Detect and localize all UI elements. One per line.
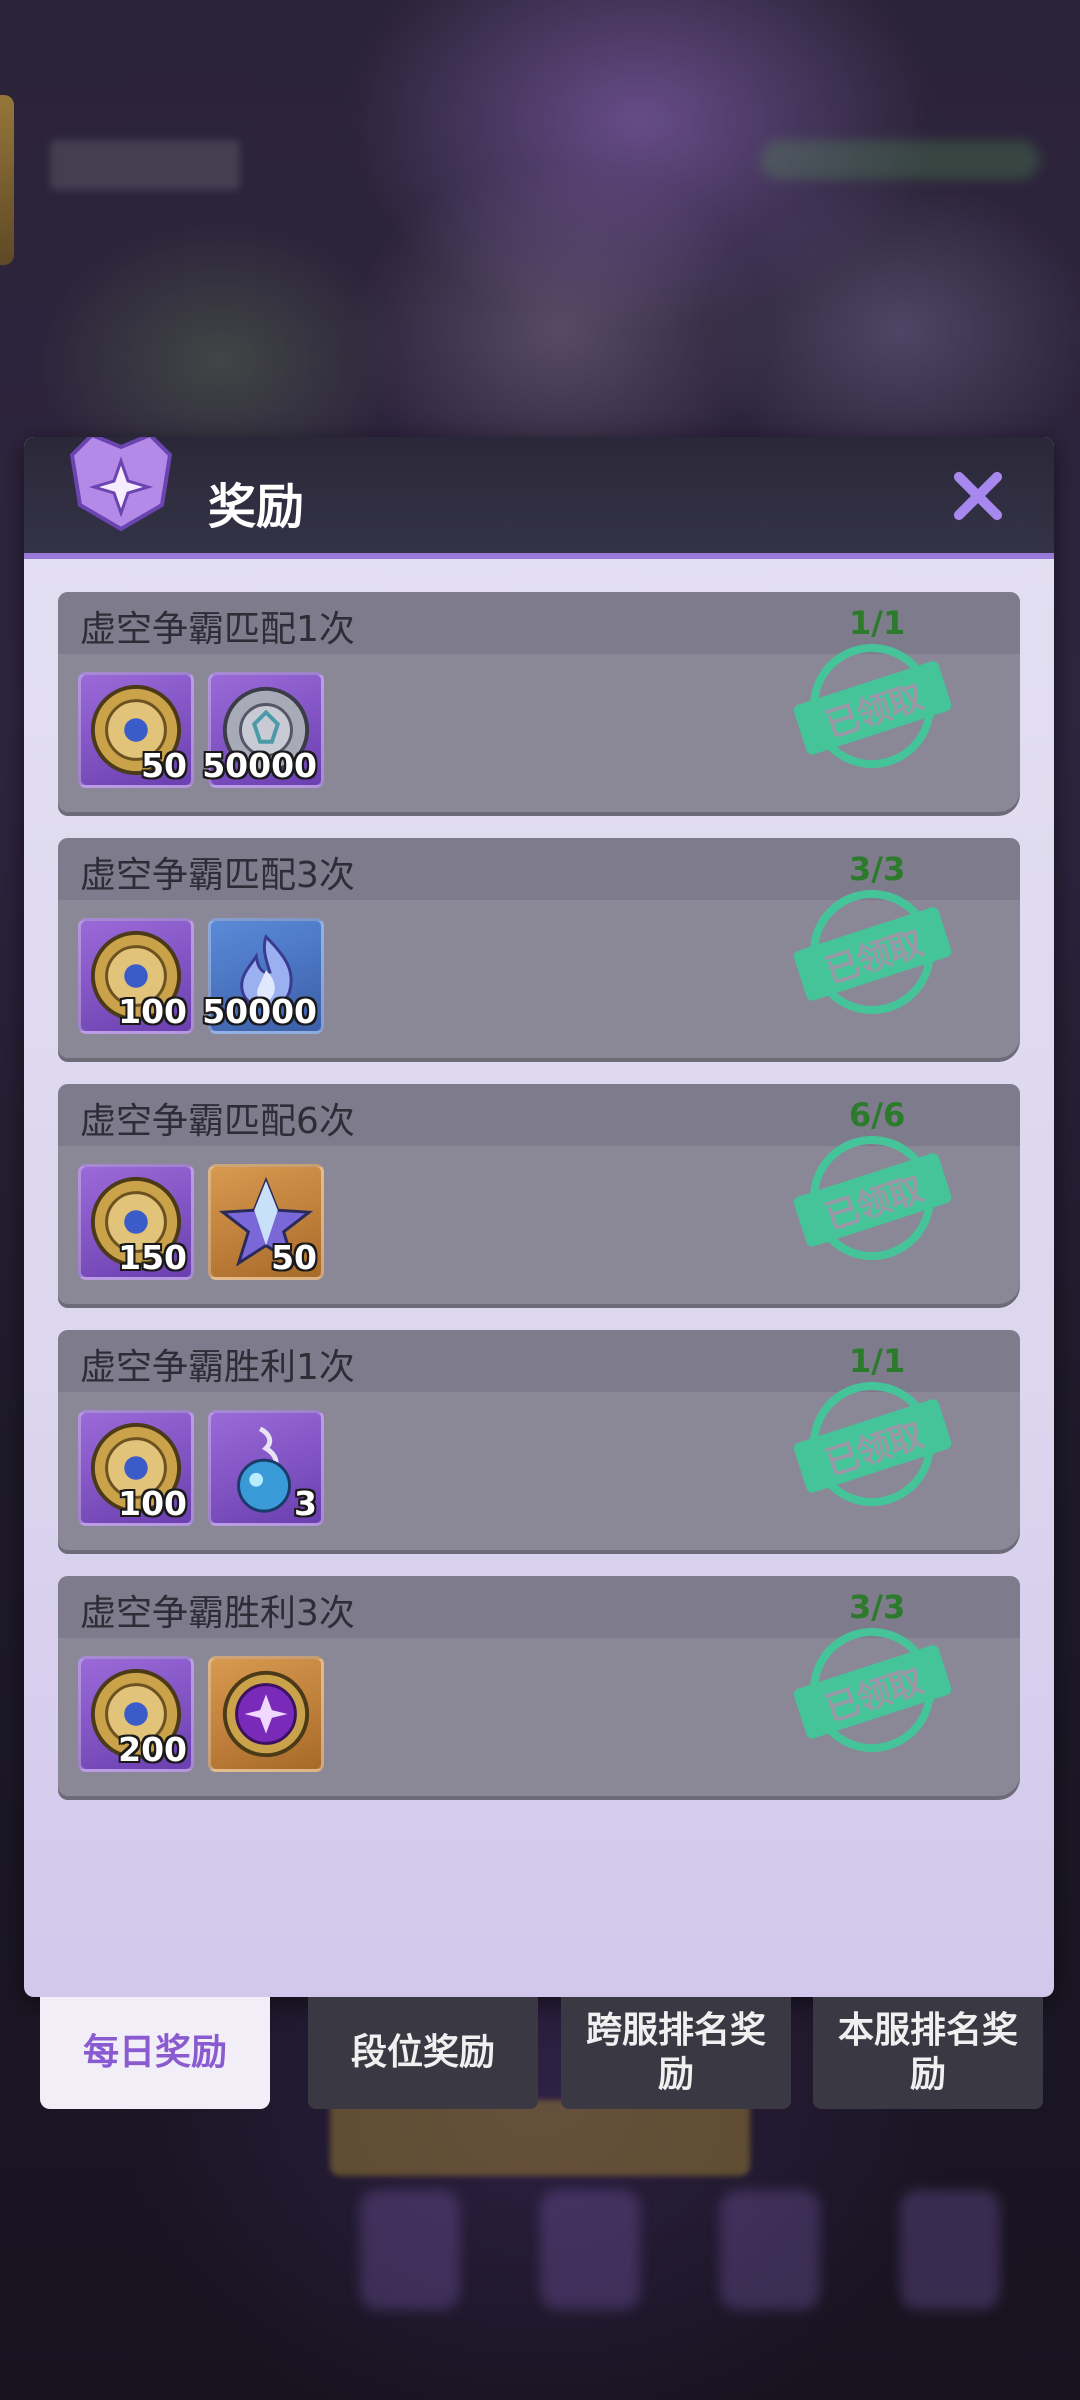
background-status-blur bbox=[760, 140, 1040, 180]
background-nav-icon bbox=[720, 2190, 820, 2310]
reward-quantity: 50 bbox=[141, 746, 187, 785]
task-title: 虚空争霸胜利3次 bbox=[80, 1593, 355, 1634]
background-nav-icon bbox=[900, 2190, 1000, 2310]
reward-item[interactable] bbox=[208, 1656, 324, 1772]
reward-quantity: 3 bbox=[294, 1484, 317, 1523]
reward-item[interactable]: 150 bbox=[78, 1164, 194, 1280]
panel-header: 奖励 bbox=[24, 437, 1054, 559]
task-title: 虚空争霸匹配1次 bbox=[80, 609, 355, 650]
task-card: 虚空争霸匹配6次 6/6 150 50 已领取 bbox=[58, 1084, 1020, 1304]
task-title: 虚空争霸胜利1次 bbox=[80, 1347, 355, 1388]
reward-item[interactable]: 50000 bbox=[202, 672, 324, 788]
tab-server-ranking-rewards[interactable]: 本服排名奖励 bbox=[813, 1997, 1043, 2109]
background-nav-icon bbox=[360, 2190, 460, 2310]
reward-quantity: 50000 bbox=[202, 746, 317, 785]
reward-quantity: 150 bbox=[118, 1238, 187, 1277]
background-title-blur bbox=[50, 140, 240, 190]
reward-quantity: 100 bbox=[118, 992, 187, 1031]
close-button[interactable] bbox=[950, 467, 1006, 523]
tab-rank-rewards[interactable]: 段位奖励 bbox=[308, 1997, 538, 2109]
reward-item[interactable]: 50 bbox=[78, 672, 194, 788]
reward-emblem-icon bbox=[69, 437, 173, 532]
task-card: 虚空争霸胜利3次 3/3 200 已领取 bbox=[58, 1576, 1020, 1796]
reward-item[interactable]: 100 bbox=[78, 1410, 194, 1526]
task-title: 虚空争霸匹配3次 bbox=[80, 855, 355, 896]
reward-quantity: 50000 bbox=[202, 992, 317, 1031]
task-card: 虚空争霸匹配1次 1/1 50 50000 已领取 bbox=[58, 592, 1020, 812]
reward-quantity: 100 bbox=[118, 1484, 187, 1523]
tab-cross-server-ranking-rewards[interactable]: 跨服排名奖励 bbox=[561, 1997, 791, 2109]
background-frame-edge bbox=[0, 95, 14, 265]
background-nav-icon bbox=[540, 2190, 640, 2310]
task-card: 虚空争霸胜利1次 1/1 100 3 已领取 bbox=[58, 1330, 1020, 1550]
void-emblem-icon bbox=[222, 1670, 310, 1758]
reward-tab-bar: 每日奖励 段位奖励 跨服排名奖励 本服排名奖励 bbox=[40, 1997, 1045, 2109]
tab-daily-rewards[interactable]: 每日奖励 bbox=[40, 1997, 270, 2109]
reward-item[interactable]: 100 bbox=[78, 918, 194, 1034]
task-card: 虚空争霸匹配3次 3/3 100 50000 已领取 bbox=[58, 838, 1020, 1058]
panel-title: 奖励 bbox=[208, 479, 305, 535]
reward-item[interactable]: 50 bbox=[208, 1164, 324, 1280]
reward-item[interactable]: 200 bbox=[78, 1656, 194, 1772]
task-list: 虚空争霸匹配1次 1/1 50 50000 已领取 虚空争霸匹配3次 3/3 1… bbox=[58, 592, 1020, 1822]
reward-item[interactable]: 50000 bbox=[202, 918, 324, 1034]
reward-quantity: 50 bbox=[271, 1238, 317, 1277]
reward-item[interactable]: 3 bbox=[208, 1410, 324, 1526]
background-button-blur bbox=[330, 2100, 750, 2176]
rewards-panel: 奖励 虚空争霸匹配1次 1/1 50 50000 已领取 虚空争霸匹配3次 3/… bbox=[24, 437, 1054, 1997]
reward-quantity: 200 bbox=[118, 1730, 187, 1769]
task-title: 虚空争霸匹配6次 bbox=[80, 1101, 355, 1142]
